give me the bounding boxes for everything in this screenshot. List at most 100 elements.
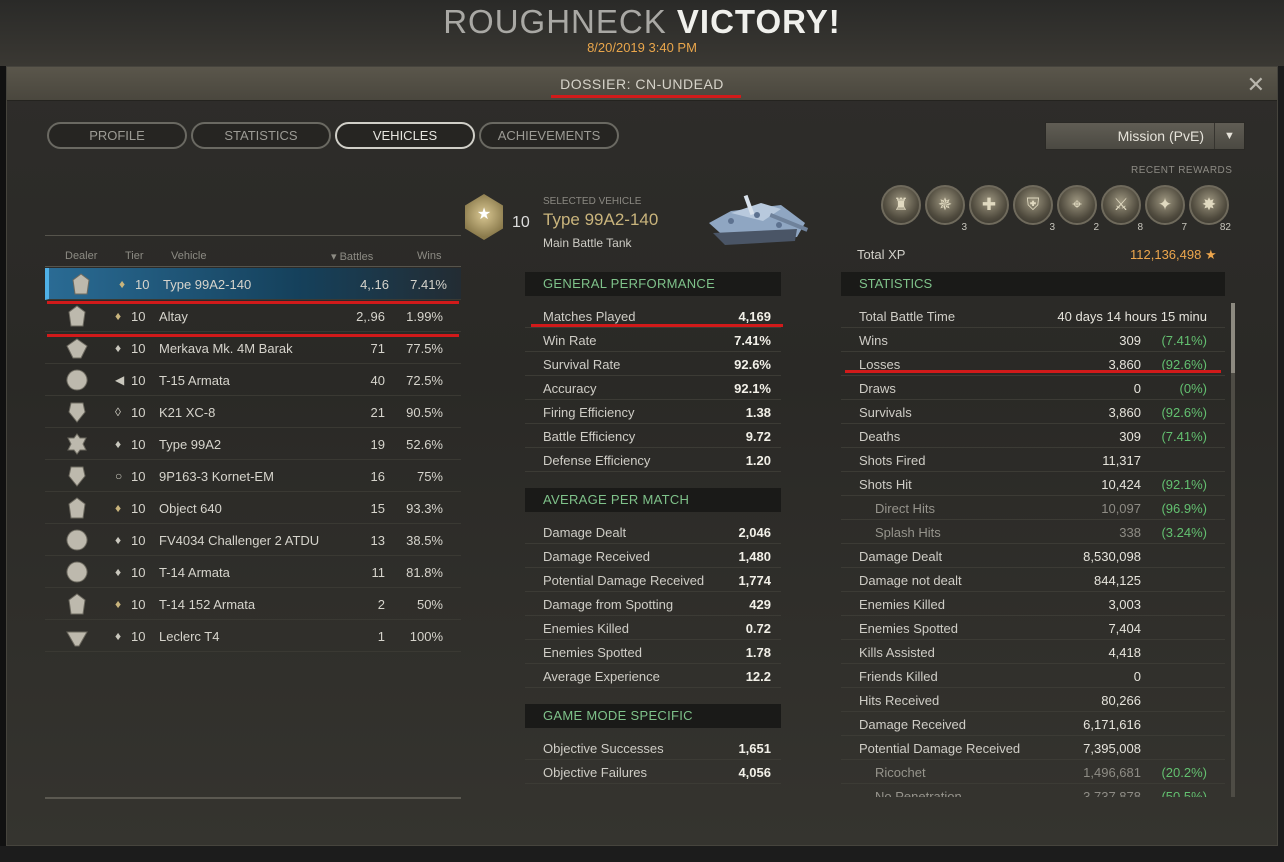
vehicle-table-header: Dealer Tier Vehicle ▾ Battles Wins bbox=[45, 235, 461, 267]
winged-badge-medal-icon[interactable]: ✦ 7 bbox=[1145, 185, 1187, 233]
vehicle-tier: 10 bbox=[131, 405, 146, 420]
vehicle-table-footer-line bbox=[45, 797, 461, 799]
col-tier[interactable]: Tier bbox=[125, 250, 144, 262]
total-xp-value: 112,136,498 ★ bbox=[1130, 247, 1217, 262]
vehicle-tier: 10 bbox=[131, 373, 146, 388]
col-dealer[interactable]: Dealer bbox=[65, 250, 97, 262]
vehicle-wins: 38.5% bbox=[406, 533, 443, 548]
vehicle-wins: 77.5% bbox=[406, 341, 443, 356]
average-per-match-label: Damage from Spotting bbox=[543, 597, 674, 612]
table-row[interactable]: ○ 10 9P163-3 Kornet-EM 16 75% bbox=[45, 460, 461, 492]
table-row[interactable]: ♦ 10 Leclerc T4 1 100% bbox=[45, 620, 461, 652]
game-mode-dropdown[interactable]: Mission (PvE) ▼ bbox=[1045, 122, 1245, 150]
vehicle-name: 9P163-3 Kornet-EM bbox=[159, 469, 274, 484]
statistics-value: 3,737,878 bbox=[1083, 789, 1141, 797]
table-row[interactable]: ♦ 10 Type 99A2 19 52.6% bbox=[45, 428, 461, 460]
statistics-row: Deaths 309 (7.41%) bbox=[841, 424, 1225, 448]
general-performance-value: 4,169 bbox=[738, 309, 771, 324]
tab-profile[interactable]: PROFILE bbox=[47, 122, 187, 149]
annotation-underline bbox=[47, 334, 459, 337]
vehicle-name: Type 99A2 bbox=[159, 437, 222, 452]
general-performance-label: Firing Efficiency bbox=[543, 405, 635, 420]
statistics-percent: (7.41%) bbox=[1161, 333, 1207, 348]
chevron-down-icon[interactable]: ▼ bbox=[1214, 123, 1244, 149]
statistics-label: No Penetration bbox=[875, 789, 962, 797]
table-row[interactable]: ♦ 10 T-14 Armata 11 81.8% bbox=[45, 556, 461, 588]
burst-badge-medal-icon[interactable]: ✸ 82 bbox=[1189, 185, 1231, 233]
statistics-percent: (50.5%) bbox=[1161, 789, 1207, 797]
average-per-match-row: Potential Damage Received 1,774 bbox=[525, 568, 781, 592]
sword-shield-medal-icon[interactable]: ⚔ 8 bbox=[1101, 185, 1143, 233]
statistics-percent: (92.6%) bbox=[1161, 405, 1207, 420]
vehicle-tier: 10 bbox=[131, 437, 146, 452]
table-row[interactable]: ♦ 10 Type 99A2-140 4,.16 7.41% bbox=[45, 268, 461, 300]
average-per-match-row: Average Experience 12.2 bbox=[525, 664, 781, 688]
vehicle-name: T-15 Armata bbox=[159, 373, 230, 388]
vehicle-battles: 16 bbox=[370, 469, 385, 484]
game-mode-row: Objective Successes 1,651 bbox=[525, 736, 781, 760]
col-vehicle[interactable]: Vehicle bbox=[171, 250, 206, 262]
victory-banner: ROUGHNECK VICTORY! 8/20/2019 3:40 PM bbox=[0, 0, 1284, 66]
statistics-percent: (0%) bbox=[1179, 381, 1207, 396]
statistics-label: Damage not dealt bbox=[859, 573, 962, 588]
general-performance-label: Accuracy bbox=[543, 381, 597, 396]
statistics-label: Wins bbox=[859, 333, 888, 348]
proficiency-icon: ◊ bbox=[115, 405, 121, 419]
table-row[interactable]: ◊ 10 K21 XC-8 21 90.5% bbox=[45, 396, 461, 428]
dealer-emblem-icon bbox=[65, 368, 95, 392]
vehicle-name: Type 99A2-140 bbox=[163, 277, 252, 292]
table-row[interactable]: ♦ 10 Object 640 15 93.3% bbox=[45, 492, 461, 524]
vehicle-name: Leclerc T4 bbox=[159, 629, 220, 644]
average-per-match-label: Enemies Spotted bbox=[543, 645, 643, 660]
annotation-underline bbox=[47, 301, 459, 304]
statistics-value: 7,404 bbox=[1108, 621, 1141, 636]
statistics-value: 4,418 bbox=[1108, 645, 1141, 660]
statistics-label: Friends Killed bbox=[859, 669, 938, 684]
average-per-match-label: Damage Received bbox=[543, 549, 650, 564]
vehicle-tier: 10 bbox=[131, 501, 146, 516]
star-wreath-medal-icon[interactable]: ✵ 3 bbox=[925, 185, 967, 233]
statistics-label: Kills Assisted bbox=[859, 645, 935, 660]
close-icon[interactable]: ✕ bbox=[1247, 72, 1265, 98]
vehicle-tier: 10 bbox=[135, 277, 150, 292]
vehicle-wins: 90.5% bbox=[406, 405, 443, 420]
average-per-match-value: 429 bbox=[749, 597, 771, 612]
eagle-shield-medal-icon[interactable]: ⛨ 3 bbox=[1013, 185, 1055, 233]
dealer-emblem-icon bbox=[65, 464, 95, 488]
general-performance-value: 92.1% bbox=[734, 381, 771, 396]
statistics-value: 844,125 bbox=[1094, 573, 1141, 588]
general-performance-label: Survival Rate bbox=[543, 357, 621, 372]
statistics-title: STATISTICS bbox=[841, 272, 1225, 296]
cross-medal-icon[interactable]: ✚ bbox=[969, 185, 1009, 225]
average-per-match-row: Damage Dealt 2,046 bbox=[525, 520, 781, 544]
statistics-row: Ricochet 1,496,681 (20.2%) bbox=[841, 760, 1225, 784]
table-row[interactable]: ♦ 10 FV4034 Challenger 2 ATDU 13 38.5% bbox=[45, 524, 461, 556]
statistics-value: 8,530,098 bbox=[1083, 549, 1141, 564]
vehicle-battles: 2 bbox=[377, 597, 385, 612]
table-row[interactable]: ♦ 10 Altay 2,.96 1.99% bbox=[45, 300, 461, 332]
vehicle-battles: 2,.96 bbox=[356, 309, 385, 324]
tab-statistics[interactable]: STATISTICS bbox=[191, 122, 331, 149]
crosshair-shield-medal-icon[interactable]: ⌖ 2 bbox=[1057, 185, 1099, 233]
statistics-row: Damage Received 6,171,616 bbox=[841, 712, 1225, 736]
statistics-scrollbar[interactable] bbox=[1231, 303, 1235, 797]
table-row[interactable]: ♦ 10 T-14 152 Armata 2 50% bbox=[45, 588, 461, 620]
tab-vehicles[interactable]: VEHICLES bbox=[335, 122, 475, 149]
statistics-row: Shots Fired 11,317 bbox=[841, 448, 1225, 472]
statistics-scroll-thumb[interactable] bbox=[1231, 303, 1235, 373]
tab-achievements[interactable]: ACHIEVEMENTS bbox=[479, 122, 619, 149]
statistics-value: 10,424 bbox=[1101, 477, 1141, 492]
statistics-label: Shots Hit bbox=[859, 477, 912, 492]
winged-sword-medal-icon[interactable]: ♜ bbox=[881, 185, 921, 225]
table-row[interactable]: ◀ 10 T-15 Armata 40 72.5% bbox=[45, 364, 461, 396]
average-per-match-row: Damage Received 1,480 bbox=[525, 544, 781, 568]
col-battles[interactable]: ▾ Battles bbox=[331, 250, 373, 263]
statistics-percent: (3.24%) bbox=[1161, 525, 1207, 540]
general-performance-label: Defense Efficiency bbox=[543, 453, 651, 468]
average-per-match-title: AVERAGE PER MATCH bbox=[525, 488, 781, 512]
vehicle-tier: 10 bbox=[131, 597, 146, 612]
game-mode-value: 4,056 bbox=[738, 765, 771, 780]
col-wins[interactable]: Wins bbox=[417, 250, 441, 262]
average-per-match-label: Potential Damage Received bbox=[543, 573, 705, 588]
vehicle-wins: 52.6% bbox=[406, 437, 443, 452]
